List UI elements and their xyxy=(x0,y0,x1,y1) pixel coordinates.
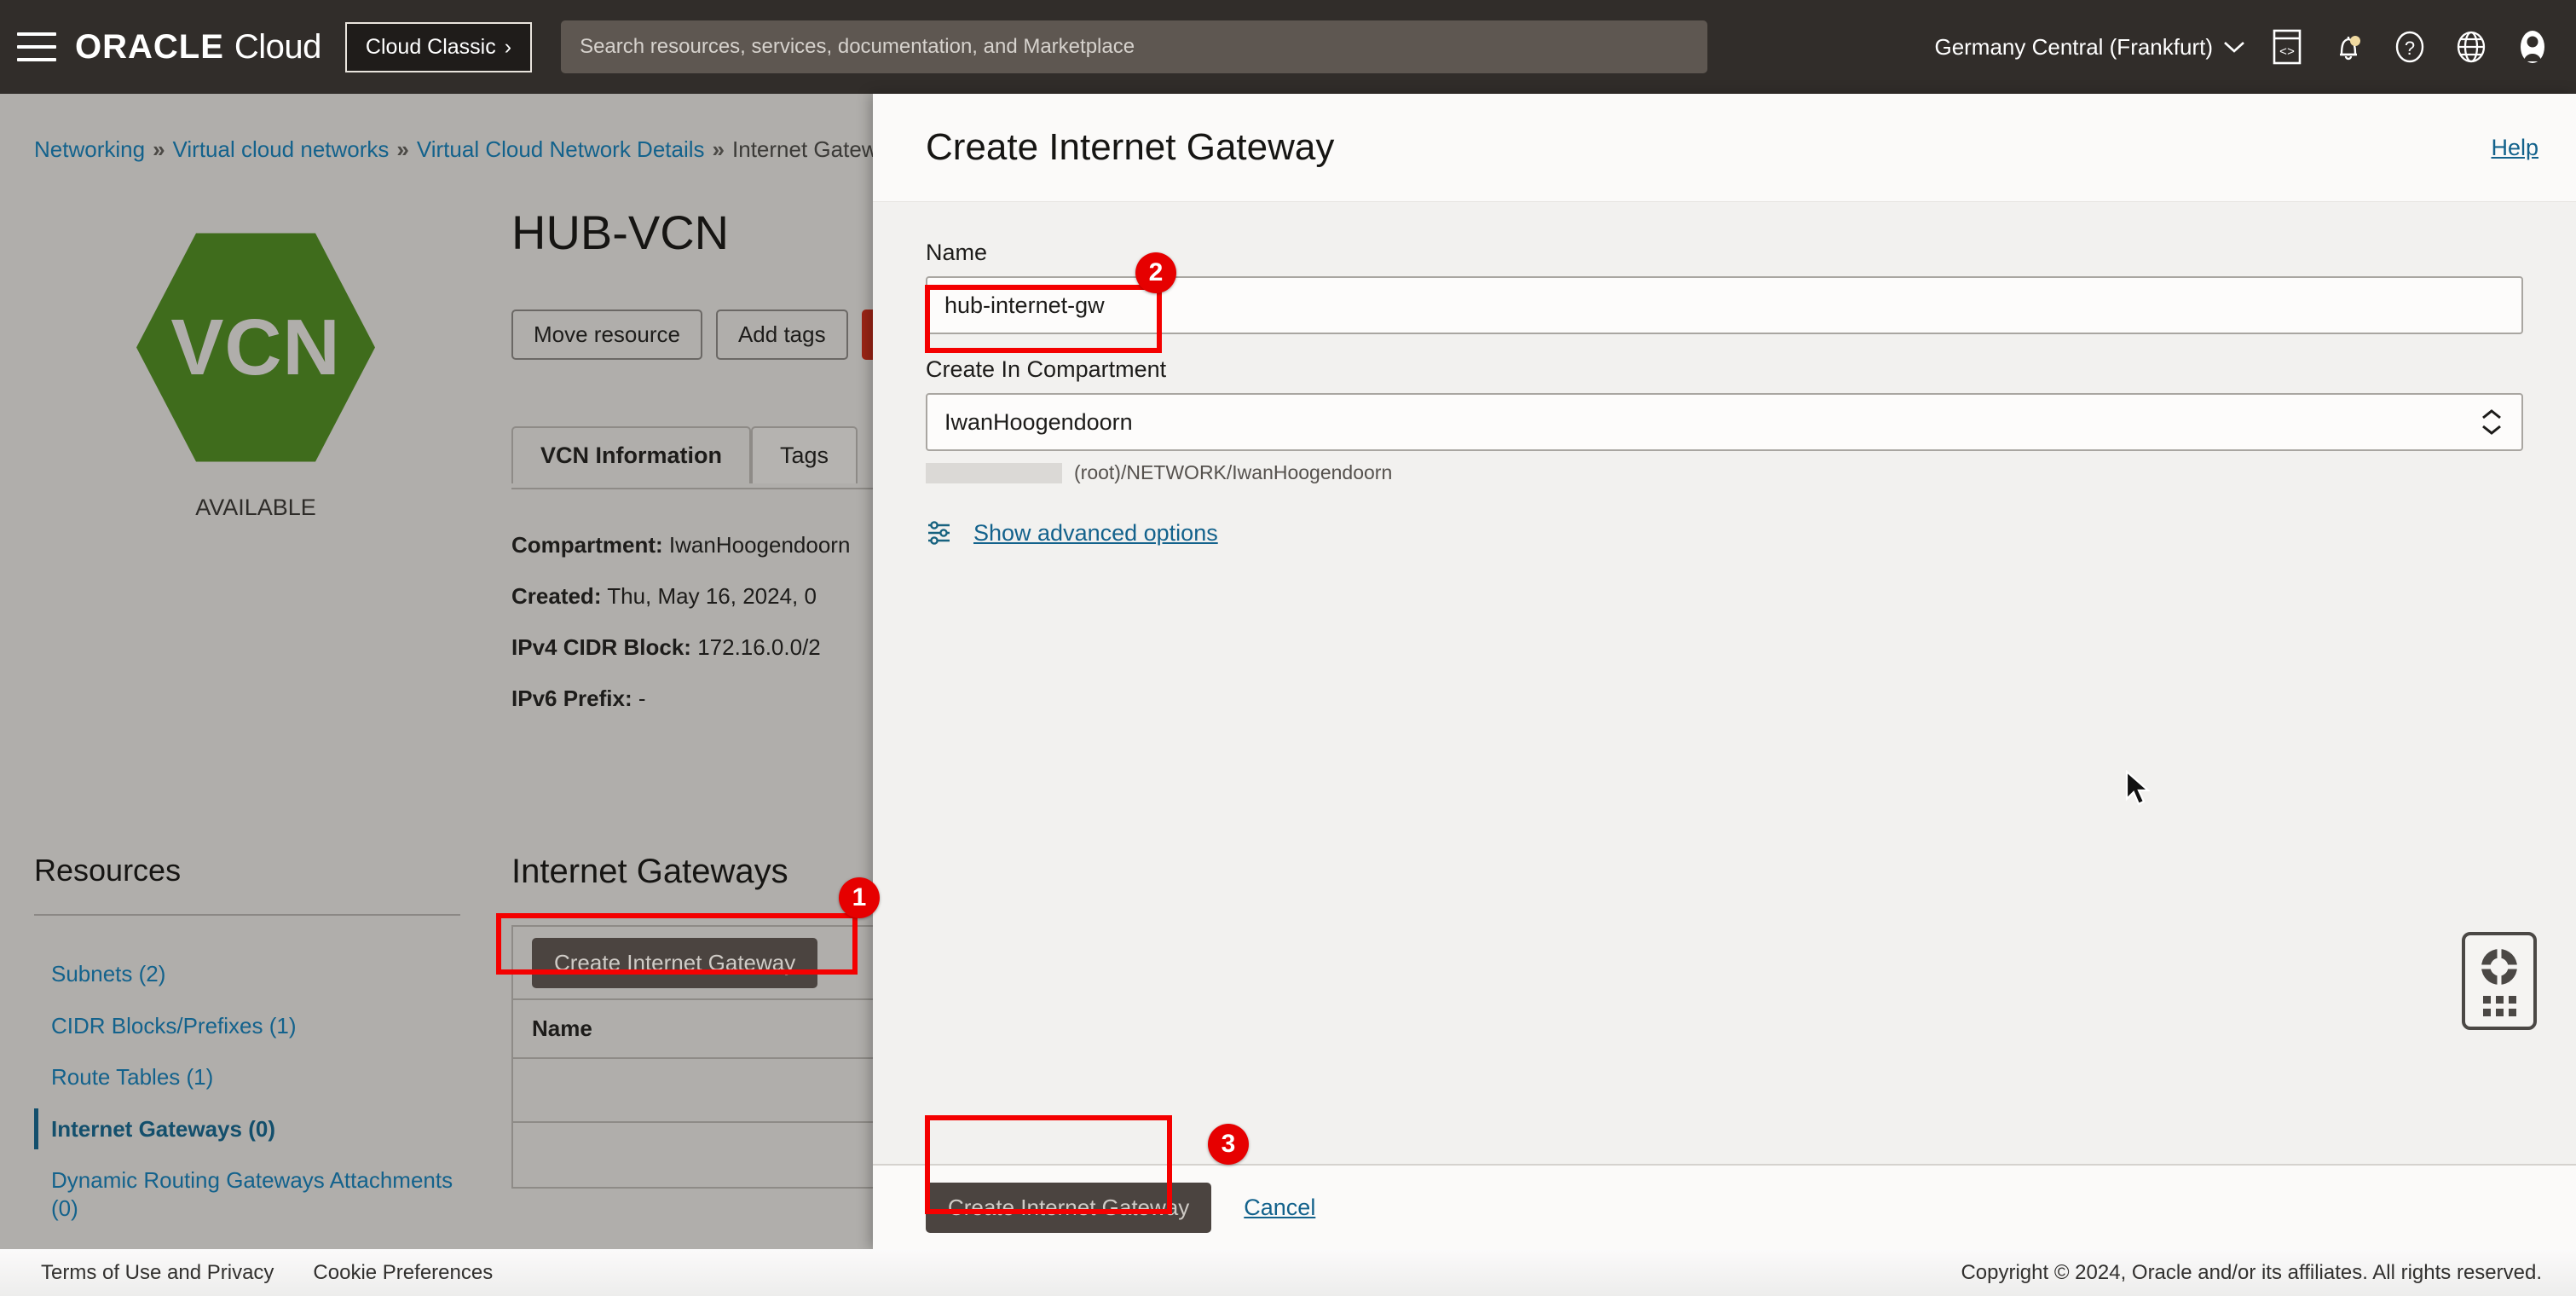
page-title: HUB-VCN xyxy=(511,205,730,259)
sliders-icon xyxy=(928,521,950,545)
breadcrumb-item-vcn-details[interactable]: Virtual Cloud Network Details xyxy=(417,136,705,163)
resources-divider xyxy=(34,914,460,916)
annotation-badge-2: 2 xyxy=(1135,252,1176,293)
oracle-wordmark: ORACLE xyxy=(75,27,224,66)
show-advanced-options-row[interactable]: Show advanced options xyxy=(926,518,2523,547)
sidebar-item-route-tables[interactable]: Route Tables (1) xyxy=(34,1051,477,1103)
section-title-internet-gateways: Internet Gateways xyxy=(511,853,788,890)
region-label: Germany Central (Frankfurt) xyxy=(1934,33,2213,60)
status-badge: AVAILABLE xyxy=(195,495,316,520)
oracle-cloud-logo[interactable]: ORACLE Cloud xyxy=(75,28,321,67)
sidebar-item-subnets[interactable]: Subnets (2) xyxy=(34,948,477,1000)
vcn-status-badge: VCN AVAILABLE xyxy=(34,226,477,521)
chevron-down-icon xyxy=(2224,42,2244,53)
panel-body: Name Create In Compartment (root)/NETWOR… xyxy=(873,202,2576,1164)
global-header: ORACLE Cloud Cloud Classic › Germany Cen… xyxy=(0,0,2576,94)
info-value-created: Thu, May 16, 2024, 0 xyxy=(607,583,817,609)
support-widget[interactable] xyxy=(2462,932,2537,1030)
breadcrumb-item-virtual-cloud-networks[interactable]: Virtual cloud networks xyxy=(173,136,390,163)
move-resource-button[interactable]: Move resource xyxy=(511,310,702,360)
sidebar-item-drg-attachments[interactable]: Dynamic Routing Gateways Attachments (0) xyxy=(34,1154,477,1234)
svg-text:?: ? xyxy=(2405,38,2415,59)
add-tags-button[interactable]: Add tags xyxy=(715,310,848,360)
region-selector[interactable]: Germany Central (Frankfurt) xyxy=(1934,34,2245,61)
info-label-compartment: Compartment: xyxy=(511,532,663,558)
compartment-select[interactable] xyxy=(926,393,2523,451)
panel-title: Create Internet Gateway xyxy=(926,126,1335,168)
sidebar-item-internet-gateways[interactable]: Internet Gateways (0) xyxy=(34,1103,477,1155)
breadcrumb-separator-icon: » xyxy=(396,136,409,162)
breadcrumb-separator-icon: » xyxy=(712,136,725,162)
breadcrumb-separator-icon: » xyxy=(153,136,165,162)
compartment-select-wrap[interactable] xyxy=(926,393,2523,451)
search-input[interactable] xyxy=(580,35,1689,59)
footer-links: Terms of Use and Privacy Cookie Preferen… xyxy=(41,1261,493,1285)
vcn-hexagon-label: VCN xyxy=(170,303,341,391)
compartment-label: Create In Compartment xyxy=(926,356,1167,382)
info-label-created: Created: xyxy=(511,583,602,609)
language-globe-icon[interactable] xyxy=(2452,27,2491,67)
compartment-path: (root)/NETWORK/IwanHoogendoorn xyxy=(1074,461,1393,483)
cancel-link[interactable]: Cancel xyxy=(1244,1195,1315,1221)
vcn-hexagon-icon: VCN xyxy=(136,233,375,462)
cloud-shell-icon[interactable]: <> xyxy=(2267,27,2307,67)
submit-create-internet-gateway-button[interactable]: Create Internet Gateway xyxy=(926,1182,1212,1233)
cloud-classic-label: Cloud Classic xyxy=(365,34,496,59)
page-footer: Terms of Use and Privacy Cookie Preferen… xyxy=(0,1249,2576,1296)
help-question-icon[interactable]: ? xyxy=(2390,27,2429,67)
cloud-wordmark: Cloud xyxy=(234,27,322,66)
app-root: ORACLE Cloud Cloud Classic › Germany Cen… xyxy=(0,0,2576,1296)
cookie-preferences-link[interactable]: Cookie Preferences xyxy=(313,1261,493,1285)
info-label-ipv6-prefix: IPv6 Prefix: xyxy=(511,686,632,711)
compartment-field-block: Create In Compartment (root)/NETWORK/Iwa… xyxy=(926,356,2523,484)
resources-list: Subnets (2) CIDR Blocks/Prefixes (1) Rou… xyxy=(34,948,477,1234)
annotation-badge-3: 3 xyxy=(1208,1124,1249,1165)
sidebar-item-cidr-blocks[interactable]: CIDR Blocks/Prefixes (1) xyxy=(34,1000,477,1052)
copyright-text: Copyright © 2024, Oracle and/or its affi… xyxy=(1961,1260,2542,1284)
panel-footer: Create Internet Gateway Cancel xyxy=(873,1164,2576,1249)
info-label-ipv4-cidr: IPv4 CIDR Block: xyxy=(511,634,691,660)
breadcrumb: Networking » Virtual cloud networks » Vi… xyxy=(34,136,912,163)
show-advanced-options-link[interactable]: Show advanced options xyxy=(973,520,1218,547)
help-link[interactable]: Help xyxy=(2491,135,2538,161)
vcn-tabs: VCN Information Tags xyxy=(511,426,858,483)
cloud-classic-button[interactable]: Cloud Classic › xyxy=(344,21,533,72)
hamburger-menu-icon[interactable] xyxy=(17,32,56,61)
create-internet-gateway-button[interactable]: Create Internet Gateway xyxy=(532,937,818,988)
create-internet-gateway-panel: Create Internet Gateway Help Name Create… xyxy=(873,94,2576,1249)
compartment-path-hint: (root)/NETWORK/IwanHoogendoorn xyxy=(926,461,2523,484)
chevron-right-icon: › xyxy=(504,34,512,59)
info-value-ipv4-cidr: 172.16.0.0/2 xyxy=(697,634,821,660)
info-value-ipv6-prefix: - xyxy=(638,686,646,711)
dot-grid-icon xyxy=(2482,996,2516,1016)
life-preserver-icon xyxy=(2480,947,2519,986)
redacted-block xyxy=(926,462,1062,483)
panel-header: Create Internet Gateway Help xyxy=(873,94,2576,202)
notifications-bell-icon[interactable] xyxy=(2329,27,2368,67)
user-avatar-icon[interactable] xyxy=(2513,27,2552,67)
resources-heading: Resources xyxy=(34,853,182,888)
svg-text:<>: <> xyxy=(2279,45,2295,60)
breadcrumb-item-networking[interactable]: Networking xyxy=(34,136,145,163)
info-value-compartment: IwanHoogendoorn xyxy=(668,532,851,558)
terms-of-use-link[interactable]: Terms of Use and Privacy xyxy=(41,1261,274,1285)
tab-vcn-information[interactable]: VCN Information xyxy=(511,426,751,483)
annotation-badge-1: 1 xyxy=(839,877,880,918)
global-search[interactable] xyxy=(561,20,1708,73)
header-actions: Germany Central (Frankfurt) <> ? xyxy=(1934,27,2576,67)
tab-tags[interactable]: Tags xyxy=(751,426,858,483)
